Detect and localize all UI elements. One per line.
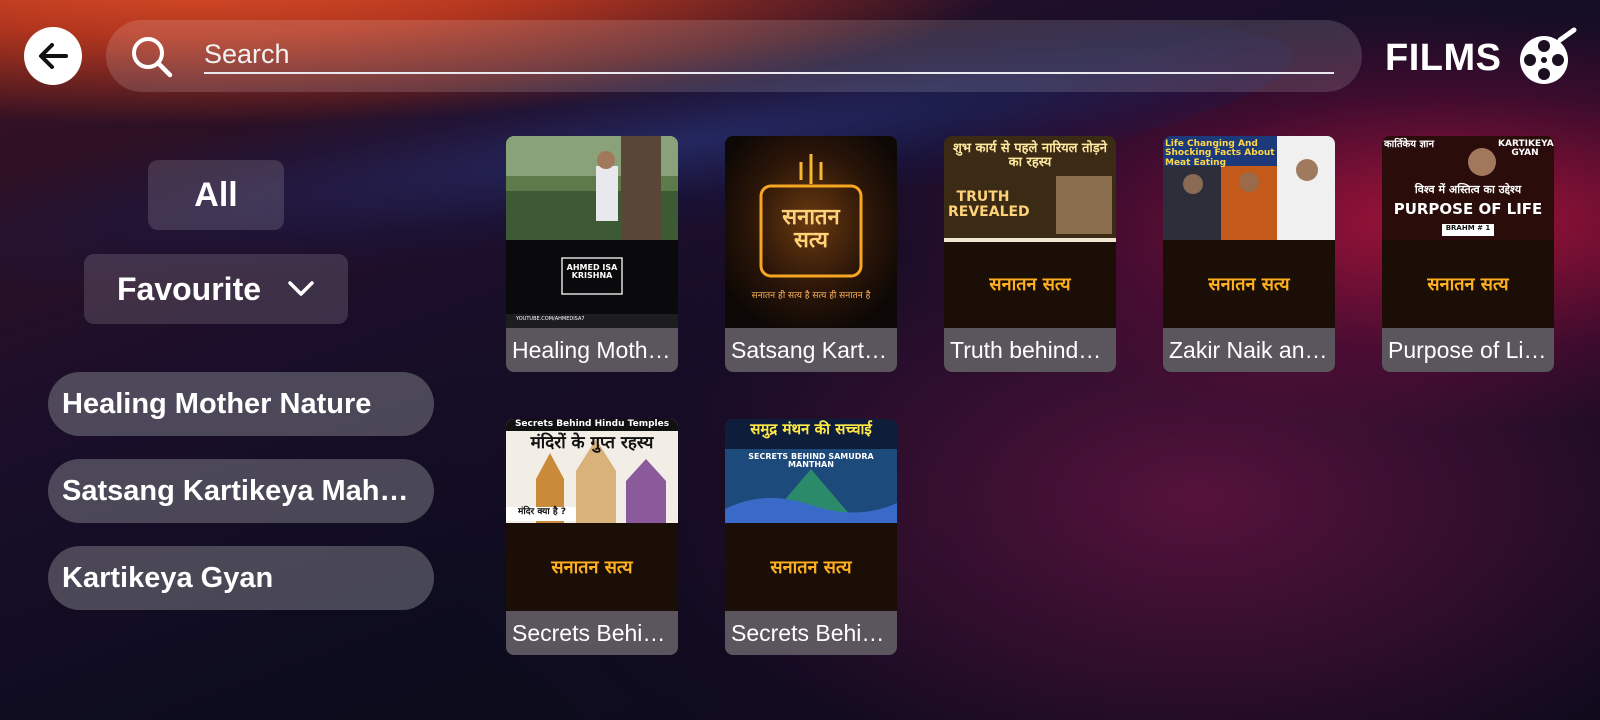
video-title: Healing Moth… — [506, 328, 678, 372]
thumbnail-brand: सनातन सत्य — [1427, 274, 1509, 295]
thumbnail-text: Life Changing And Shocking Facts About M… — [1165, 139, 1275, 168]
playlist-item[interactable]: Satsang Kartikeya Maha… — [48, 459, 434, 523]
thumbnail-brand: सनातन सत्य — [989, 274, 1071, 295]
filter-favourite-label: Favourite — [116, 270, 262, 307]
thumbnail-text: शुभ कार्य से पहले नारियल तोड़ने का रहस्य — [953, 141, 1107, 170]
video-thumbnail: Secrets Behind Hindu Temples मंदिरों के … — [506, 419, 678, 611]
video-title: Truth behind… — [944, 328, 1116, 372]
video-thumbnail: सनातन सत्य सनातन ही सत्य है सत्य ही सनात… — [725, 136, 897, 328]
thumbnail-footer: YOUTUBE.COM/AHMEDISA7 — [516, 316, 585, 322]
thumbnail-badge: PURPOSE OF LIFE — [1393, 200, 1543, 218]
video-tile[interactable]: समुद्र मंथन की सच्चाई SECRETS BEHIND SAM… — [725, 419, 897, 655]
video-tile[interactable]: AHMED ISA KRISHNA YOUTUBE.COM/AHMEDISA7 … — [506, 136, 678, 372]
thumbnail-line: SECRETS BEHIND SAMUDRA MANTHAN — [748, 452, 874, 470]
video-title: Secrets Behi… — [725, 611, 897, 655]
arrow-left-icon — [39, 43, 68, 69]
thumbnail-corner: KARTIKEYA GYAN — [1498, 139, 1554, 159]
video-tile[interactable]: Life Changing And Shocking Facts About M… — [1163, 136, 1335, 372]
playlist-item-label: Healing Mother Nature — [62, 387, 372, 420]
thumbnail-subtitle: सनातन ही सत्य है सत्य ही सनातन है — [751, 291, 871, 301]
thumbnail-tag: मंदिर क्या है ? — [518, 507, 566, 517]
thumbnail-line: विश्व में अस्तित्व का उद्देश्य — [1414, 183, 1522, 196]
thumbnail-brand: सनातन सत्य — [770, 557, 852, 578]
video-tile[interactable]: कार्तिकेय ज्ञान KARTIKEYA GYAN विश्व में… — [1382, 136, 1554, 372]
playlist-item[interactable]: Healing Mother Nature — [48, 372, 434, 436]
video-title: Zakir Naik an… — [1163, 328, 1335, 372]
video-thumbnail: Life Changing And Shocking Facts About M… — [1163, 136, 1335, 328]
thumbnail-text: AHMED ISA KRISHNA — [566, 263, 618, 281]
video-tile[interactable]: Secrets Behind Hindu Temples मंदिरों के … — [506, 419, 678, 655]
video-thumbnail: समुद्र मंथन की सच्चाई SECRETS BEHIND SAM… — [725, 419, 897, 611]
video-thumbnail: कार्तिकेय ज्ञान KARTIKEYA GYAN विश्व में… — [1382, 136, 1554, 328]
thumbnail-line: मंदिरों के गुप्त रहस्य — [530, 433, 654, 453]
video-tile[interactable]: शुभ कार्य से पहले नारियल तोड़ने का रहस्य… — [944, 136, 1116, 372]
thumbnail-text: सनातन सत्य — [782, 205, 840, 254]
video-title: Purpose of Li… — [1382, 328, 1554, 372]
search-icon — [132, 37, 173, 78]
video-tile[interactable]: सनातन सत्य सनातन ही सत्य है सत्य ही सनात… — [725, 136, 897, 372]
search-input[interactable] — [204, 36, 1334, 74]
thumbnail-text: कार्तिकेय ज्ञान — [1384, 139, 1435, 150]
filter-favourite-dropdown[interactable]: Favourite — [84, 254, 348, 324]
thumbnail-badge: TRUTH REVEALED — [948, 189, 1030, 220]
filter-all-label: All — [194, 175, 238, 214]
thumbnail-tag: BRAHM # 1 — [1445, 224, 1491, 232]
search-bar[interactable] — [106, 20, 1362, 92]
video-thumbnail: AHMED ISA KRISHNA YOUTUBE.COM/AHMEDISA7 — [506, 136, 678, 328]
thumbnail-brand: सनातन सत्य — [1208, 274, 1290, 295]
video-thumbnail: शुभ कार्य से पहले नारियल तोड़ने का रहस्य… — [944, 136, 1116, 328]
filter-all-button[interactable]: All — [148, 160, 284, 230]
chevron-down-icon — [288, 281, 314, 296]
playlist-item-label: Satsang Kartikeya Maha… — [62, 474, 420, 507]
thumbnail-brand: सनातन सत्य — [551, 557, 633, 578]
thumbnail-text: Secrets Behind Hindu Temples — [514, 419, 670, 429]
video-title: Satsang Karti… — [725, 328, 897, 372]
page-title: FILMS — [1385, 37, 1502, 79]
film-reel-icon — [1520, 27, 1577, 84]
back-button[interactable] — [24, 27, 82, 85]
video-title: Secrets Behi… — [506, 611, 678, 655]
playlist-item[interactable]: Kartikeya Gyan — [48, 546, 434, 610]
thumbnail-text: समुद्र मंथन की सच्चाई — [750, 420, 872, 438]
playlist-item-label: Kartikeya Gyan — [62, 561, 274, 594]
